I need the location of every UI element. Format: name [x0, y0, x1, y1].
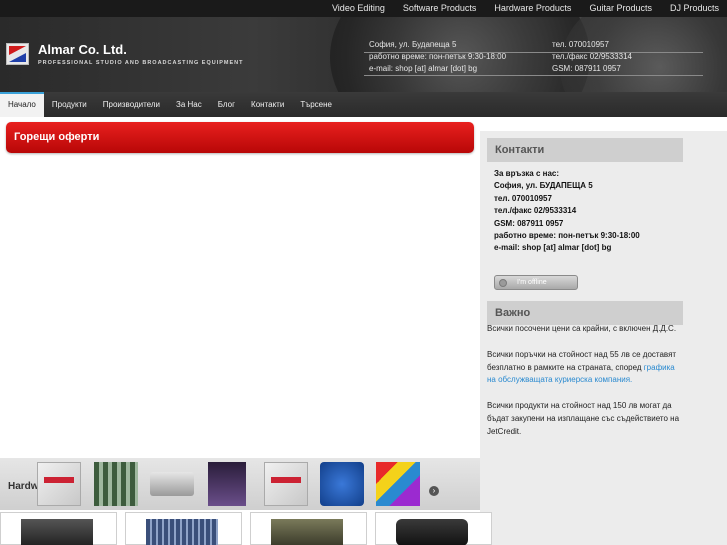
- carousel-item[interactable]: [320, 462, 364, 506]
- nav-contacts[interactable]: Контакти: [243, 92, 292, 117]
- product-carousel: Hardw ›: [0, 458, 480, 510]
- carousel-title: Hardw: [8, 481, 39, 492]
- product-image: [21, 519, 93, 545]
- important-jetcredit: Всички продукти на стойност над 150 лв м…: [487, 401, 680, 436]
- nav-blog[interactable]: Блог: [210, 92, 243, 117]
- important-title: Важно: [495, 307, 531, 319]
- top-bar: Video Editing Software Products Hardware…: [0, 0, 727, 17]
- carousel-item[interactable]: [37, 462, 81, 506]
- top-nav-guitar-products[interactable]: Guitar Products: [579, 0, 660, 17]
- contacts-title: Контакти: [495, 144, 545, 156]
- product-grid: [0, 512, 492, 545]
- product-card[interactable]: [0, 512, 117, 545]
- important-heading: Важно: [487, 301, 683, 325]
- product-image: [146, 519, 218, 545]
- contact-line: тел. 070010957: [494, 193, 552, 203]
- product-image: [271, 519, 343, 545]
- main-nav: Начало Продукти Производители За Нас Бло…: [0, 92, 727, 117]
- header-fax: тел./факс 02/9533314: [552, 52, 632, 61]
- product-card[interactable]: [125, 512, 242, 545]
- top-nav-video-editing[interactable]: Video Editing: [322, 0, 393, 17]
- nav-products[interactable]: Продукти: [44, 92, 95, 117]
- product-card[interactable]: [375, 512, 492, 545]
- brand-tagline: PROFESSIONAL STUDIO AND BROADCASTING EQU…: [38, 60, 244, 66]
- header-contact-right: тел. 070010957 тел./факс 02/9533314 GSM:…: [552, 39, 632, 75]
- top-nav-software-products[interactable]: Software Products: [393, 0, 485, 17]
- important-notes: Всички посочени цени са крайни, с включе…: [487, 323, 685, 452]
- contacts-heading: Контакти: [487, 138, 683, 162]
- carousel-item[interactable]: [376, 462, 420, 506]
- contact-line: e-mail: shop [at] almar [dot] bg: [494, 243, 612, 253]
- chat-status-label: I'm offline: [517, 279, 547, 286]
- hot-offers-title: Горещи оферти: [14, 131, 100, 143]
- chat-status-button[interactable]: I'm offline: [494, 275, 578, 290]
- contact-line: работно време: пон-петък 9:30-18:00: [494, 231, 640, 241]
- header-email: e-mail: shop [at] almar [dot] bg: [369, 64, 478, 73]
- nav-search[interactable]: Търсене: [292, 92, 340, 117]
- chat-status-icon: [499, 279, 507, 287]
- contact-line: GSM: 087911 0957: [494, 218, 564, 228]
- product-image: [396, 519, 468, 545]
- nav-home[interactable]: Начало: [0, 92, 44, 117]
- sidebar: Контакти За връзка с нас: София, ул. БУД…: [480, 131, 727, 545]
- brand-name[interactable]: Almar Co. Ltd.: [38, 42, 127, 57]
- nav-manufacturers[interactable]: Производители: [95, 92, 168, 117]
- header-gsm: GSM: 087911 0957: [552, 64, 621, 73]
- contact-line: За връзка с нас:: [494, 169, 560, 178]
- header-divider: [364, 75, 703, 76]
- product-card[interactable]: [250, 512, 367, 545]
- carousel-next-icon[interactable]: ›: [429, 486, 439, 496]
- nav-about[interactable]: За Нас: [168, 92, 210, 117]
- contact-info: За връзка с нас: София, ул. БУДАПЕЩА 5 т…: [494, 168, 640, 255]
- carousel-item[interactable]: [264, 462, 308, 506]
- logo-icon[interactable]: [6, 43, 29, 65]
- header-phone: тел. 070010957: [552, 40, 609, 49]
- carousel-item[interactable]: [150, 472, 194, 496]
- site-header: Almar Co. Ltd. PROFESSIONAL STUDIO AND B…: [0, 17, 727, 92]
- top-nav-hardware-products[interactable]: Hardware Products: [484, 0, 579, 17]
- contact-line: тел./факс 02/9533314: [494, 206, 577, 216]
- important-shipping: Всички поръчки на стойност над 55 лв се …: [487, 349, 677, 385]
- header-contact-left: София, ул. Будапеща 5 работно време: пон…: [369, 39, 506, 75]
- contact-line: София, ул. БУДАПЕЩА 5: [494, 181, 593, 191]
- hot-offers-banner: Горещи оферти: [6, 122, 474, 153]
- carousel-item[interactable]: [208, 462, 246, 506]
- header-address: София, ул. Будапеща 5: [369, 40, 457, 49]
- header-hours: работно време: пон-петък 9:30-18:00: [369, 52, 507, 61]
- top-nav-dj-products[interactable]: DJ Products: [660, 0, 727, 17]
- carousel-item[interactable]: [94, 462, 138, 506]
- important-prices: Всички посочени цени са крайни, с включе…: [487, 324, 677, 333]
- top-nav: Video Editing Software Products Hardware…: [322, 0, 727, 17]
